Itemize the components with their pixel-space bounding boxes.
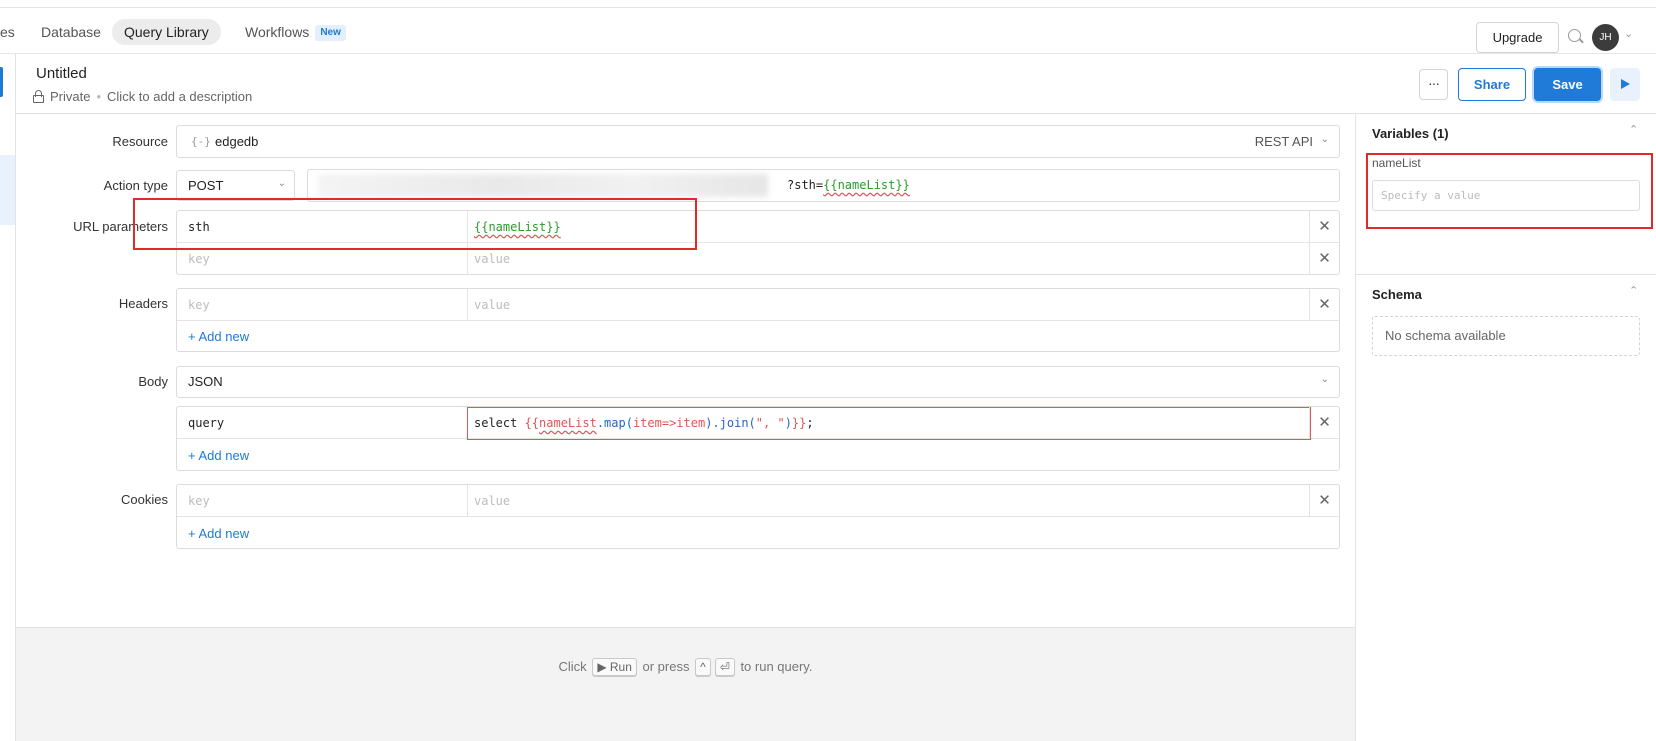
url-input[interactable]: ?sth={{nameList}} xyxy=(307,169,1340,202)
param-key[interactable]: sth xyxy=(188,211,210,243)
schema-empty-state: No schema available xyxy=(1372,316,1640,356)
run-hint: Click ▶ Run or press ^ ⏎ to run query. xyxy=(558,658,813,676)
chevron-down-icon[interactable]: ⌄ xyxy=(1624,27,1633,40)
variable-name: nameList xyxy=(1372,156,1421,170)
nav-item-workflows[interactable]: Workflows New xyxy=(245,19,346,45)
search-icon[interactable] xyxy=(1568,29,1581,42)
nav-item-workflows-label: Workflows xyxy=(245,24,310,40)
header-key-placeholder[interactable]: key xyxy=(188,289,210,321)
add-header-button[interactable]: + Add new xyxy=(188,329,249,344)
close-icon[interactable]: ✕ xyxy=(1309,407,1339,439)
left-rail-active-indicator xyxy=(0,67,3,97)
url-parameters-label: URL parameters xyxy=(73,219,168,234)
table-row: key value ✕ xyxy=(177,289,1339,321)
variable-value-input[interactable]: Specify a value xyxy=(1372,180,1640,211)
headers-table: key value ✕ + Add new xyxy=(176,288,1340,352)
url-suffix: ?sth={{nameList}} xyxy=(787,178,910,192)
resource-value: edgedb xyxy=(215,134,259,149)
enter-key: ⏎ xyxy=(714,658,735,676)
avatar[interactable]: JH xyxy=(1592,24,1619,51)
add-cookie-button[interactable]: + Add new xyxy=(188,526,249,541)
more-options-button[interactable]: ··· xyxy=(1419,69,1448,100)
top-nav: es Database Query Library Workflows New U… xyxy=(0,8,1656,54)
chevron-down-icon: ⌄ xyxy=(1320,374,1329,385)
nav-item-query-library[interactable]: Query Library xyxy=(112,19,221,45)
table-row: query select {{nameList.map(item=>item).… xyxy=(177,407,1339,440)
sidebar-section-divider xyxy=(1356,274,1656,275)
nav-item-database[interactable]: Database xyxy=(41,19,101,45)
body-type-select[interactable]: JSON ⌄ xyxy=(176,366,1340,398)
sidebar-divider xyxy=(1355,114,1356,741)
close-icon[interactable]: ✕ xyxy=(1309,243,1339,275)
visibility-label[interactable]: Private xyxy=(50,89,90,104)
close-icon[interactable]: ✕ xyxy=(1309,485,1339,517)
resource-label: Resource xyxy=(112,134,168,149)
query-meta: Private • Click to add a description xyxy=(33,89,252,104)
param-value[interactable]: {{nameList}} xyxy=(474,211,561,243)
param-value-placeholder[interactable]: value xyxy=(474,243,510,275)
resource-select[interactable]: {-} edgedb REST API ⌄ xyxy=(176,125,1340,158)
lock-icon xyxy=(33,90,44,103)
run-button[interactable] xyxy=(1610,68,1640,101)
variables-title[interactable]: Variables (1) xyxy=(1372,126,1449,141)
close-icon[interactable]: ✕ xyxy=(1309,289,1339,321)
table-row: key value ✕ xyxy=(177,485,1339,517)
header-value-placeholder[interactable]: value xyxy=(474,289,510,321)
table-row: key value ✕ xyxy=(177,243,1339,275)
headers-label: Headers xyxy=(118,296,168,311)
body-label: Body xyxy=(138,374,168,389)
results-panel: Click ▶ Run or press ^ ⏎ to run query. xyxy=(16,627,1355,741)
resource-type: REST API xyxy=(1254,134,1313,149)
ctrl-key: ^ xyxy=(695,658,711,676)
close-icon[interactable]: ✕ xyxy=(1309,211,1339,243)
description-placeholder[interactable]: Click to add a description xyxy=(107,89,252,104)
chevron-down-icon: ⌄ xyxy=(277,178,286,189)
cookie-value-placeholder[interactable]: value xyxy=(474,485,510,517)
chevron-up-icon[interactable]: ⌃ xyxy=(1629,123,1638,136)
share-button[interactable]: Share xyxy=(1458,68,1526,101)
save-button[interactable]: Save xyxy=(1534,68,1601,101)
header-divider xyxy=(16,113,1656,114)
upgrade-button[interactable]: Upgrade xyxy=(1476,22,1559,53)
new-badge: New xyxy=(315,25,346,42)
cookies-label: Cookies xyxy=(121,492,168,507)
action-type-label: Action type xyxy=(103,178,168,193)
method-select[interactable]: POST ⌄ xyxy=(176,170,295,201)
body-key[interactable]: query xyxy=(188,407,224,439)
table-row: sth {{nameList}} ✕ xyxy=(177,211,1339,243)
left-rail-selected-item[interactable] xyxy=(0,155,15,225)
browser-strip xyxy=(0,0,1656,8)
cookies-table: key value ✕ + Add new xyxy=(176,484,1340,549)
add-body-field-button[interactable]: + Add new xyxy=(188,448,249,463)
body-type-value: JSON xyxy=(188,374,223,389)
body-value[interactable]: select {{nameList.map(item=>item).join("… xyxy=(474,407,814,439)
method-value: POST xyxy=(188,178,224,193)
query-title[interactable]: Untitled xyxy=(36,65,87,82)
chevron-up-icon[interactable]: ⌃ xyxy=(1629,284,1638,297)
cookie-key-placeholder[interactable]: key xyxy=(188,485,210,517)
body-table: query select {{nameList.map(item=>item).… xyxy=(176,406,1340,471)
rest-api-icon: {-} xyxy=(191,135,211,148)
schema-title[interactable]: Schema xyxy=(1372,287,1422,302)
nav-item-apps[interactable]: es xyxy=(0,19,15,45)
redacted-url-base xyxy=(318,174,768,197)
run-key[interactable]: ▶ Run xyxy=(592,658,637,676)
param-key-placeholder[interactable]: key xyxy=(188,243,210,275)
chevron-down-icon: ⌄ xyxy=(1320,134,1329,145)
url-parameters-table: sth {{nameList}} ✕ key value ✕ xyxy=(176,210,1340,275)
meta-separator: • xyxy=(96,89,102,104)
